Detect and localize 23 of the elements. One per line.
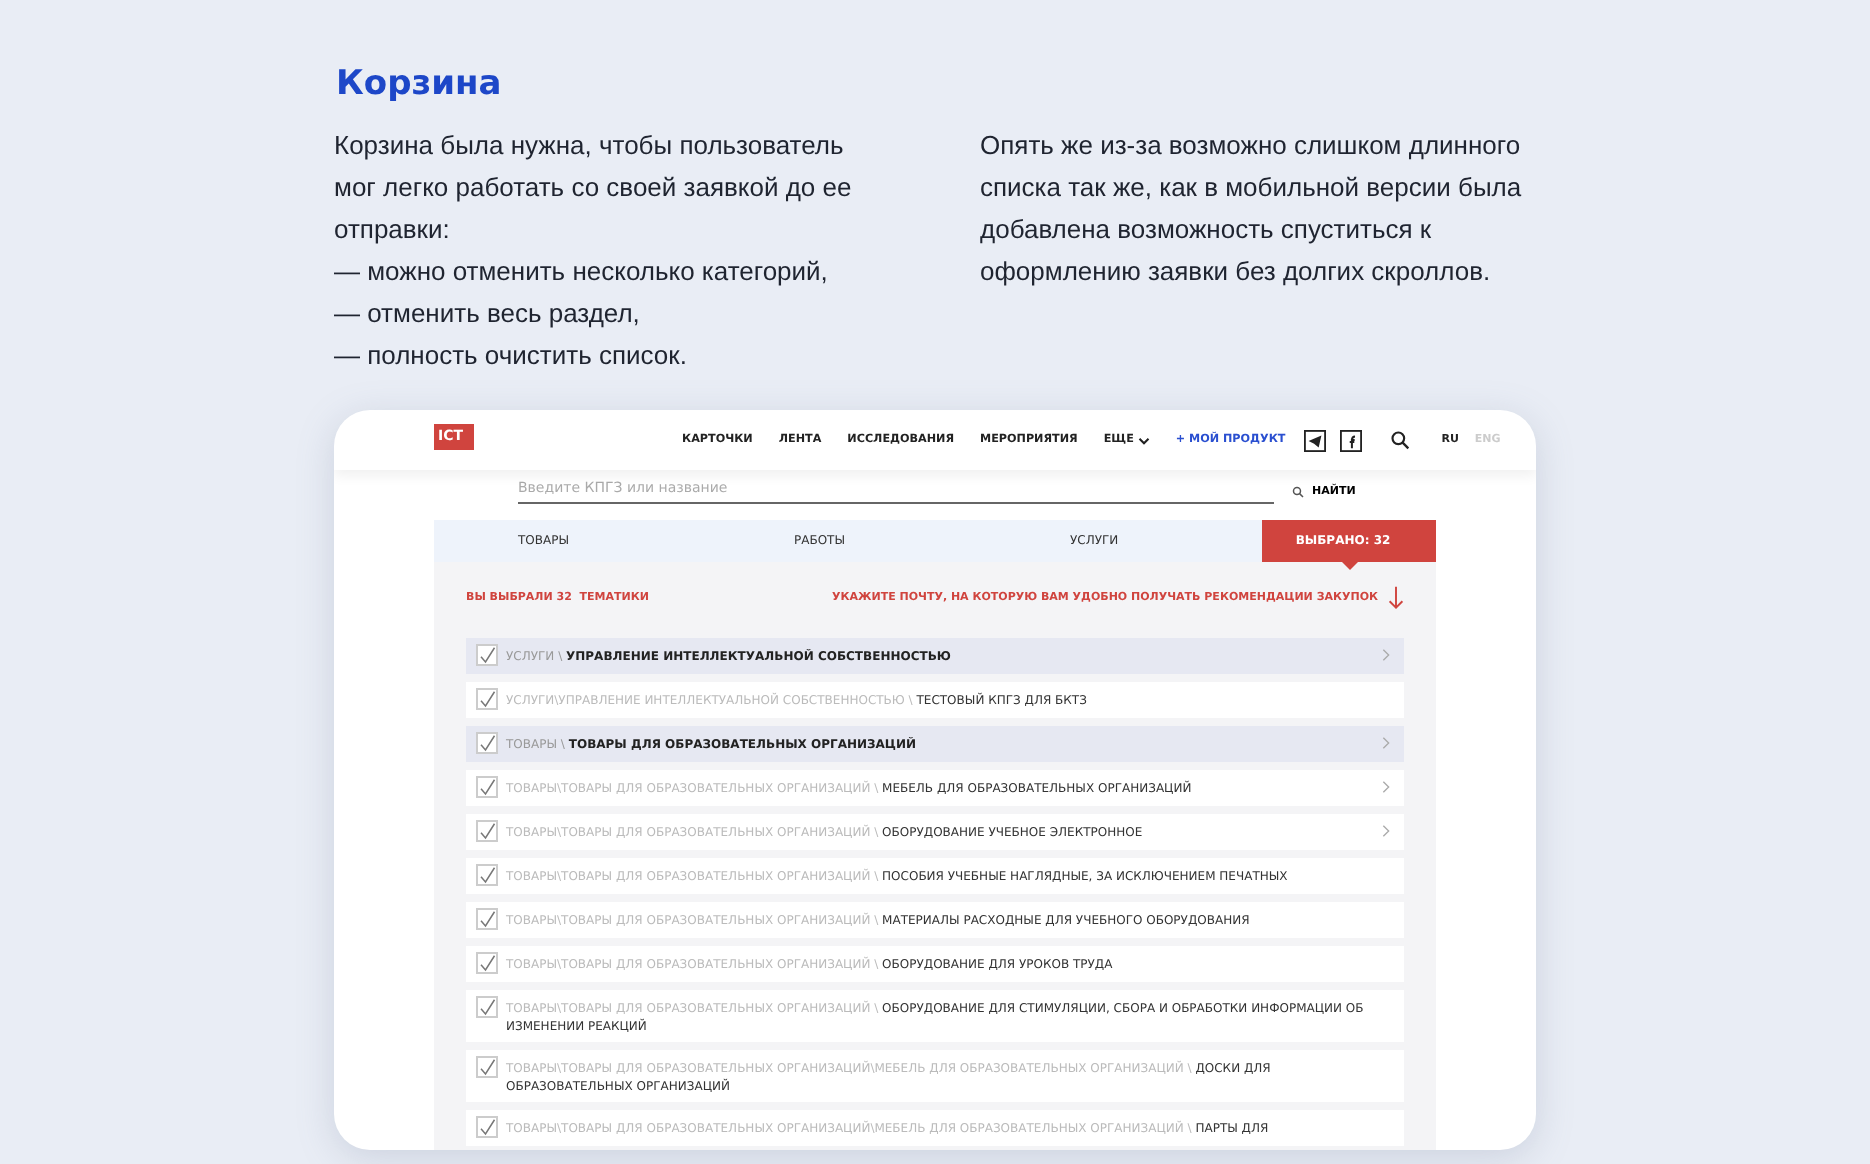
checkbox[interactable] [476, 776, 498, 798]
checkbox[interactable] [476, 644, 498, 666]
caret-icon [1137, 435, 1150, 445]
paper-plane-icon[interactable] [1303, 429, 1326, 451]
facebook-icon[interactable] [1339, 429, 1362, 451]
list-point: — полность очистить список. [334, 338, 689, 374]
note-paragraph: Опять же из-за возможно слишком длинного списка так же, как в мобильной версии была добавлена возможность спуститься к оформлению заявки без долгих скроллов. [980, 128, 1524, 290]
intro-paragraph: Корзина была нужна, чтобы пользователь мог легко работать со своей заявкой до ее отправки: [334, 128, 854, 248]
list-point: — можно отменить несколько категорий, [334, 254, 830, 290]
search-icon[interactable] [1389, 430, 1410, 450]
checkbox[interactable] [476, 1116, 498, 1138]
list-point: — отменить весь раздел, [334, 296, 642, 332]
checkbox[interactable] [476, 908, 498, 930]
search-icon [1292, 485, 1304, 497]
checkbox[interactable] [476, 864, 498, 886]
slide-heading: Корзина [336, 62, 504, 108]
checkbox[interactable] [476, 952, 498, 974]
checkbox[interactable] [476, 688, 498, 710]
checkbox[interactable] [476, 820, 498, 842]
checkbox[interactable] [476, 1056, 498, 1078]
checkbox[interactable] [476, 732, 498, 754]
down-arrow-icon[interactable] [1388, 586, 1404, 610]
checkbox[interactable] [476, 996, 498, 1018]
